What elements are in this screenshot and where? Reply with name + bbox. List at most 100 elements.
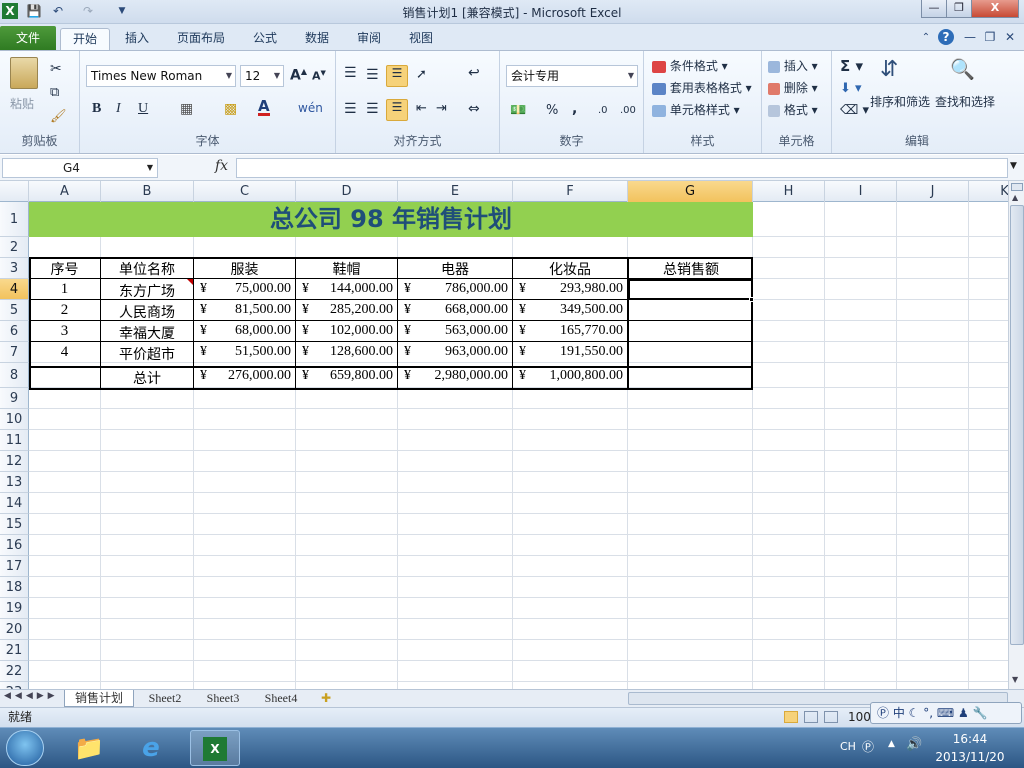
scroll-up-icon[interactable]: ▲	[1012, 193, 1018, 202]
row-header-1[interactable]: 1	[0, 202, 29, 237]
insert-function-button[interactable]: fx	[215, 158, 228, 174]
format-button[interactable]: 格式 ▾	[768, 101, 818, 118]
fill-handle[interactable]	[749, 297, 754, 302]
row-header-10[interactable]: 10	[0, 409, 29, 430]
percent-button[interactable]: %	[546, 103, 558, 118]
border-icon[interactable]: ▦	[180, 101, 193, 117]
cell-unit-name[interactable]: 幸福大厦	[101, 323, 193, 343]
cell-electric[interactable]: ¥563,000.00	[398, 323, 512, 341]
bold-button[interactable]: B	[92, 101, 101, 117]
tab-review[interactable]: 审阅	[348, 28, 390, 50]
cell-seq[interactable]: 2	[29, 302, 100, 319]
find-select-icon[interactable]: 🔍	[950, 57, 975, 81]
align-right-icon[interactable]: ☰	[386, 99, 408, 121]
column-header-H[interactable]: H	[753, 181, 825, 202]
fill-icon[interactable]: ⬇ ▾	[840, 81, 862, 96]
row-header-4[interactable]: 4	[0, 279, 29, 300]
cell-clothing[interactable]: ¥51,500.00	[194, 344, 295, 362]
row-header-15[interactable]: 15	[0, 514, 29, 535]
row-header-18[interactable]: 18	[0, 577, 29, 598]
comma-button[interactable]: ,	[572, 101, 577, 117]
header-cosmetics[interactable]: 化妆品	[513, 259, 627, 279]
select-all-corner[interactable]	[0, 181, 29, 202]
sheet-tab-sales-plan[interactable]: 销售计划	[64, 690, 134, 707]
minimize-ribbon-icon[interactable]: ⌃	[918, 30, 934, 46]
cell-unit-name[interactable]: 东方广场	[101, 281, 193, 301]
cell-styles-button[interactable]: 单元格样式 ▾	[652, 101, 740, 118]
show-hidden-icons[interactable]: ▲	[888, 739, 895, 749]
row-header-20[interactable]: 20	[0, 619, 29, 640]
cell-electric[interactable]: ¥786,000.00	[398, 281, 512, 299]
header-clothing[interactable]: 服装	[194, 259, 295, 279]
underline-button[interactable]: U	[138, 101, 148, 117]
row-header-13[interactable]: 13	[0, 472, 29, 493]
clear-icon[interactable]: ⌫ ▾	[840, 103, 869, 118]
phonetic-icon[interactable]: wén	[298, 101, 323, 115]
insert-button[interactable]: 插入 ▾	[768, 57, 818, 74]
font-color-icon[interactable]: A	[258, 99, 270, 116]
cell-electric[interactable]: ¥963,000.00	[398, 344, 512, 362]
paste-button[interactable]: 粘贴	[10, 95, 34, 112]
scroll-down-icon[interactable]: ▼	[1012, 675, 1018, 684]
format-painter-icon[interactable]: 🖌	[50, 109, 67, 124]
row-header-11[interactable]: 11	[0, 430, 29, 451]
currency-icon[interactable]: 💵	[510, 103, 526, 118]
format-as-table-button[interactable]: 套用表格格式 ▾	[652, 79, 752, 96]
find-select-button[interactable]: 查找和选择	[935, 93, 995, 110]
grow-font-icon[interactable]: A▲	[290, 67, 307, 84]
align-bottom-icon[interactable]: ☰	[386, 65, 408, 87]
comment-indicator[interactable]	[187, 279, 193, 285]
cell-clothing[interactable]: ¥75,000.00	[194, 281, 295, 299]
fill-color-icon[interactable]: ▩	[224, 101, 237, 117]
wrap-text-icon[interactable]: ↩	[468, 65, 480, 81]
total-electric[interactable]: ¥2,980,000.00	[398, 368, 512, 388]
cell-cosmetics[interactable]: ¥349,500.00	[513, 302, 627, 320]
cell-cosmetics[interactable]: ¥191,550.00	[513, 344, 627, 362]
row-header-12[interactable]: 12	[0, 451, 29, 472]
column-header-D[interactable]: D	[296, 181, 398, 202]
total-cosmetics[interactable]: ¥1,000,800.00	[513, 368, 627, 388]
ime-icon[interactable]: Ⓟ	[862, 738, 874, 755]
close-button[interactable]: X	[971, 0, 1019, 18]
help-icon[interactable]: ?	[938, 29, 954, 45]
page-layout-view-icon[interactable]	[804, 711, 818, 723]
decrease-decimal-icon[interactable]: .00	[620, 105, 636, 116]
cell-shoes[interactable]: ¥102,000.00	[296, 323, 397, 341]
column-header-I[interactable]: I	[825, 181, 897, 202]
ie-icon[interactable]: e	[130, 732, 172, 764]
cell-shoes[interactable]: ¥144,000.00	[296, 281, 397, 299]
cell-clothing[interactable]: ¥68,000.00	[194, 323, 295, 341]
restore-button[interactable]: ❐	[946, 0, 972, 18]
cell-seq[interactable]: 1	[29, 281, 100, 298]
active-cell-G4[interactable]	[628, 279, 753, 300]
sort-filter-icon[interactable]: ⇵	[880, 57, 898, 82]
column-header-G[interactable]: G	[628, 181, 753, 202]
sheet-tab-sheet3[interactable]: Sheet3	[196, 690, 250, 707]
cell-cosmetics[interactable]: ¥165,770.00	[513, 323, 627, 341]
worksheet-grid[interactable]: A B C D E F G H I J K 1 2 3 4 5 6 7 8 9 10 11 12 13 1…	[0, 181, 1008, 689]
tab-view[interactable]: 视图	[400, 28, 442, 50]
total-clothing[interactable]: ¥276,000.00	[194, 368, 295, 388]
sheet-nav-icon[interactable]: ◀◀◀▶▶	[4, 691, 59, 701]
input-language[interactable]: CH	[840, 740, 856, 753]
total-shoes[interactable]: ¥659,800.00	[296, 368, 397, 388]
row-header-9[interactable]: 9	[0, 388, 29, 409]
row-header-21[interactable]: 21	[0, 640, 29, 661]
cell-unit-name[interactable]: 人民商场	[101, 302, 193, 322]
insert-sheet-icon[interactable]: ✚	[316, 690, 336, 707]
align-left-icon[interactable]: ☰	[344, 101, 357, 117]
row-header-5[interactable]: 5	[0, 300, 29, 321]
paste-icon[interactable]	[10, 57, 38, 89]
font-size-combo[interactable]: 12 ▼	[240, 65, 284, 87]
row-header-3[interactable]: 3	[0, 258, 29, 279]
name-box[interactable]: G4 ▼	[2, 158, 158, 178]
row-header-16[interactable]: 16	[0, 535, 29, 556]
cell-electric[interactable]: ¥668,000.00	[398, 302, 512, 320]
column-header-K[interactable]: K	[969, 181, 1008, 202]
doc-minimize-icon[interactable]: —	[962, 29, 978, 45]
row-header-19[interactable]: 19	[0, 598, 29, 619]
split-box[interactable]	[1011, 183, 1023, 191]
row-header-2[interactable]: 2	[0, 237, 29, 258]
minimize-button[interactable]: —	[921, 0, 947, 18]
tab-insert[interactable]: 插入	[116, 28, 158, 50]
